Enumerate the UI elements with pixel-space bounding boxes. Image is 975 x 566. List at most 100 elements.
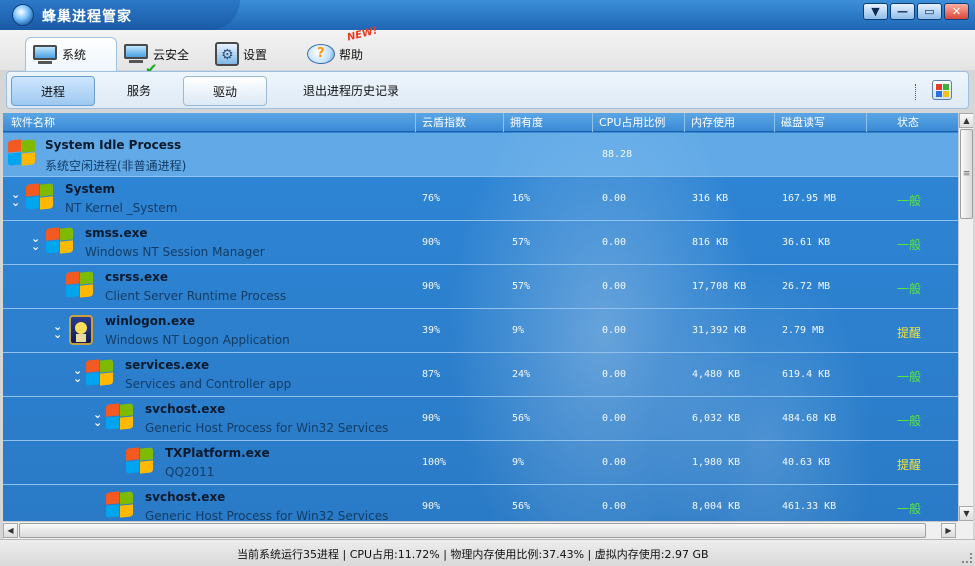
collapse-icon[interactable]: ⌄ ⌄ [73,365,82,384]
close-button[interactable]: ✕ [944,3,969,20]
collapse-icon[interactable]: ⌄ ⌄ [11,189,20,208]
process-desc: Windows NT Logon Application [105,333,290,347]
memory-usage: 816 KB [692,237,729,248]
subtab-exit-history[interactable]: 退出进程历史记录 [291,76,411,106]
process-desc: QQ2011 [165,465,215,479]
collapse-icon[interactable]: ⌄ ⌄ [93,409,102,428]
maximize-button[interactable]: ▭ [917,3,942,20]
table-row[interactable]: ⌄ ⌄ smss.exe Windows NT Session Manager 9… [3,221,958,265]
top-nav-area: 系统 ✔ 云安全 ⚙ 设置 ? 帮助 NEW! [0,25,975,78]
help-icon: ? [307,44,335,64]
subtab-driver[interactable]: 驱动 [183,76,267,106]
horizontal-scroll-thumb[interactable] [19,523,926,538]
disk-io: 167.95 MB [782,193,837,204]
tab-settings[interactable]: ⚙ 设置 [209,37,301,71]
tab-help[interactable]: ? 帮助 NEW! [301,25,393,71]
tab-help-label: 帮助 [339,47,364,62]
col-cpu-header[interactable]: CPU占用比例 [592,113,684,132]
process-name: winlogon.exe [105,314,196,328]
windows-logo-icon [65,271,95,299]
status-badge: 提醒 [897,326,922,340]
process-name: System Idle Process [45,138,182,152]
subtab-service[interactable]: 服务 [97,76,181,106]
process-name: csrss.exe [105,270,169,284]
tab-cloud-security[interactable]: ✔ 云安全 [117,37,209,78]
windows-logo-icon [7,139,37,167]
scroll-up-icon[interactable]: ▲ [959,113,973,128]
cloud-score: 76% [422,193,441,204]
vertical-scrollbar[interactable]: ▲ ≡ ▼ [958,113,973,521]
collapse-icon[interactable]: ⌄ ⌄ [31,233,40,252]
monitor-icon [32,44,58,65]
settings-icon: ⚙ [215,42,239,66]
cloud-score: 90% [422,281,441,292]
tab-settings-label: 设置 [243,47,268,62]
ownership: 9% [512,325,525,336]
process-name: System [65,182,115,196]
disk-io: 36.61 KB [782,237,831,248]
scroll-down-icon[interactable]: ▼ [959,506,973,521]
cpu-usage: 0.00 [602,325,627,336]
sub-nav: 进程 服务 驱动 退出进程历史记录 [6,71,969,109]
table-row[interactable]: TXPlatform.exe QQ2011 100% 9% 0.00 1,980… [3,441,958,485]
table-row[interactable]: csrss.exe Client Server Runtime Process … [3,265,958,309]
collapse-icon[interactable]: ⌄ ⌄ [53,321,62,340]
windows-view-icon[interactable] [932,80,952,100]
disk-io: 461.33 KB [782,501,837,512]
cpu-usage: 0.00 [602,369,627,380]
status-text: 当前系统运行35进程 | CPU占用:11.72% | 物理内存使用比例:37.… [237,548,709,561]
top-nav: 系统 ✔ 云安全 ⚙ 设置 ? 帮助 NEW! [25,25,393,78]
cpu-usage: 0.00 [602,457,627,468]
vertical-scroll-thumb[interactable]: ≡ [960,129,973,219]
cloud-score: 100% [422,457,447,468]
status-badge: 一般 [897,502,922,516]
scroll-right-icon[interactable]: ▶ [941,523,956,538]
disk-io: 484.68 KB [782,413,837,424]
cloud-score: 87% [422,369,441,380]
windows-logo-icon [25,183,55,211]
memory-usage: 17,708 KB [692,281,747,292]
subtab-process[interactable]: 进程 [11,76,95,106]
disk-io: 619.4 KB [782,369,831,380]
app-logo-icon [12,4,34,26]
app-title: 蜂巢进程管家 [42,9,132,25]
status-badge: 一般 [897,370,922,384]
resize-grip-icon[interactable] [962,553,972,563]
col-cloud-header[interactable]: 云盾指数 [415,113,503,132]
tab-system-label: 系统 [62,48,87,62]
col-disk-header[interactable]: 磁盘读写 [774,113,866,132]
table-row[interactable]: ⌄ ⌄ System NT Kernel _System 76% 16% 0.00… [3,177,958,221]
windows-logo-icon [125,447,155,475]
process-desc: Client Server Runtime Process [105,289,287,303]
cpu-usage: 88.28 [602,149,633,160]
ownership: 57% [512,237,531,248]
memory-usage: 8,004 KB [692,501,741,512]
table-row[interactable]: System Idle Process 系统空闲进程(非普通进程) 88.28 [3,133,958,177]
col-memory-header[interactable]: 内存使用 [684,113,774,132]
minimize-button[interactable]: — [890,3,915,20]
table-row[interactable]: ⌄ ⌄ winlogon.exe Windows NT Logon Applica… [3,309,958,353]
tab-cloud-security-label: 云安全 [153,47,190,62]
cloud-security-icon: ✔ [123,44,158,78]
table-row[interactable]: ⌄ ⌄ svchost.exe Generic Host Process for … [3,397,958,441]
list-header: 软件名称 云盾指数 拥有度 CPU占用比例 内存使用 磁盘读写 状态 [3,113,958,132]
col-ownership-header[interactable]: 拥有度 [503,113,592,132]
disk-io: 40.63 KB [782,457,831,468]
process-desc: NT Kernel _System [65,201,178,215]
disk-io: 2.79 MB [782,325,825,336]
windows-logo-icon [105,403,135,431]
tab-system[interactable]: 系统 [25,37,117,71]
rows: System Idle Process 系统空闲进程(非普通进程) 88.28 … [3,133,958,529]
horizontal-scrollbar[interactable]: ◀ ▶ [3,521,958,539]
table-row[interactable]: ⌄ ⌄ services.exe Services and Controller … [3,353,958,397]
process-desc: 系统空闲进程(非普通进程) [45,159,187,173]
memory-usage: 4,480 KB [692,369,741,380]
scroll-left-icon[interactable]: ◀ [3,523,18,538]
col-name-header[interactable]: 软件名称 [3,113,415,132]
col-status-header[interactable]: 状态 [866,113,958,132]
ownership: 57% [512,281,531,292]
menu-dropdown-button[interactable]: ▼ [863,3,888,20]
process-name: TXPlatform.exe [165,446,270,460]
windows-logo-icon [85,359,115,387]
cpu-usage: 0.00 [602,413,627,424]
